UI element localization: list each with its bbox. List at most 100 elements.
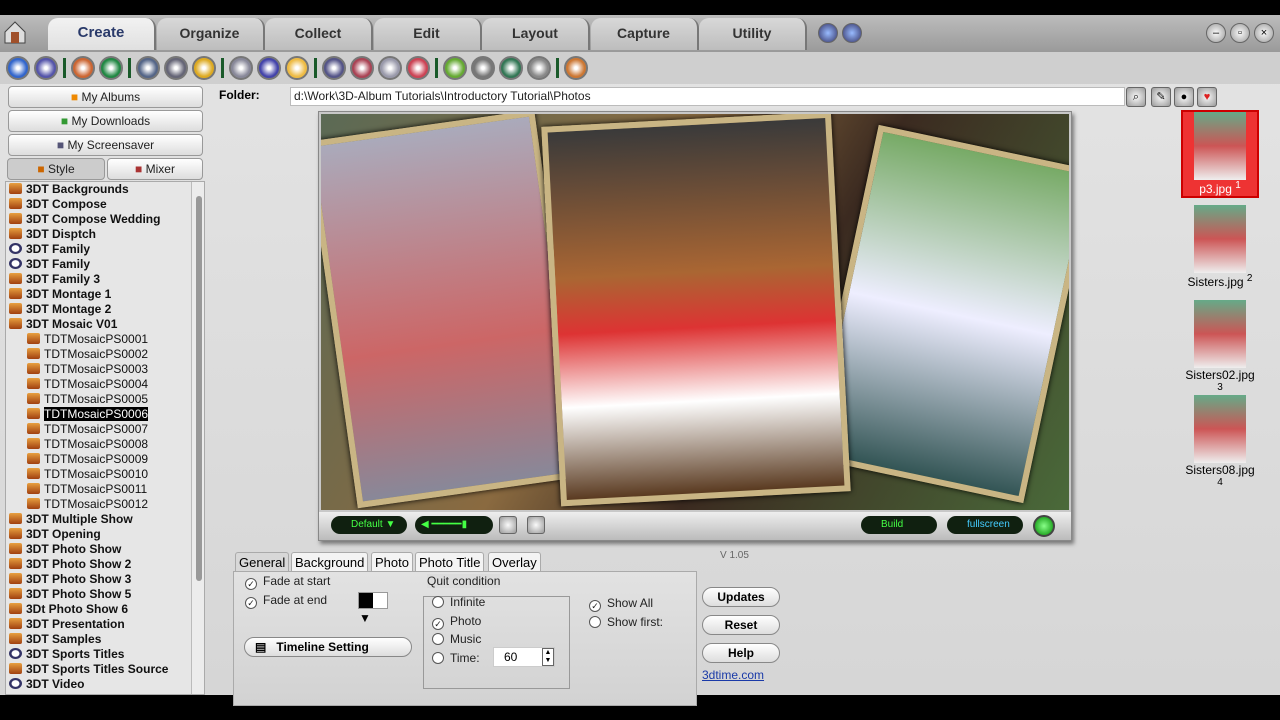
tree-item[interactable]: 3DT Photo Show 5 — [9, 587, 131, 602]
tree-item[interactable]: 3DT Photo Show 2 — [9, 557, 131, 572]
tree-item[interactable]: 3DT Multiple Show — [9, 512, 133, 527]
tree-subitem[interactable]: TDTMosaicPS0009 — [27, 452, 148, 467]
tree-item[interactable]: 3DT Sports Titles — [9, 647, 124, 662]
tree-subitem[interactable]: TDTMosaicPS0001 — [27, 332, 148, 347]
tab-style[interactable]: ■ Style — [7, 158, 105, 180]
folder-path-input[interactable]: d:\Work\3D-Album Tutorials\Introductory … — [290, 87, 1125, 106]
tree-item[interactable]: 3DT Family 3 — [9, 272, 100, 287]
tree-item[interactable]: 3DT Video — [9, 677, 84, 692]
tree-scrollbar[interactable] — [191, 182, 204, 694]
tree-item[interactable]: 3DT Family — [9, 242, 90, 257]
tree-subitem[interactable]: TDTMosaicPS0005 — [27, 392, 148, 407]
person-icon[interactable] — [443, 56, 467, 80]
tree-item[interactable]: 3DT Photo Show 3 — [9, 572, 131, 587]
tree-subitem[interactable]: TDTMosaicPS0004 — [27, 377, 148, 392]
folder-icon[interactable] — [285, 56, 309, 80]
my-albums-button[interactable]: ■ My Albums — [8, 86, 203, 108]
minimize-button[interactable]: – — [1206, 23, 1226, 43]
sun-icon[interactable] — [192, 56, 216, 80]
tree-subitem[interactable]: TDTMosaicPS0011 — [27, 482, 147, 497]
cd-icon[interactable] — [257, 56, 281, 80]
tab-organize[interactable]: Organize — [156, 18, 265, 50]
home-icon[interactable] — [4, 20, 26, 44]
text-icon[interactable] — [499, 56, 523, 80]
tab-photo-title[interactable]: Photo Title — [415, 552, 485, 572]
fade-start-checkbox[interactable]: ✓ Fade at start — [245, 574, 330, 590]
tab-overlay[interactable]: Overlay — [488, 552, 541, 572]
info-icon[interactable] — [564, 56, 588, 80]
tab-collect[interactable]: Collect — [265, 18, 373, 50]
tree-subitem[interactable]: TDTMosaicPS0010 — [27, 467, 148, 482]
tree-subitem[interactable]: TDTMosaicPS0012 — [27, 497, 148, 512]
tab-edit[interactable]: Edit — [373, 18, 482, 50]
tree-subitem[interactable]: TDTMosaicPS0006 — [27, 407, 149, 422]
tree-item[interactable]: 3DT Mosaic V01 — [9, 317, 117, 332]
reset-button[interactable]: Reset — [702, 615, 780, 635]
tab-layout[interactable]: Layout — [482, 18, 590, 50]
globe-icon[interactable] — [99, 56, 123, 80]
info-icon[interactable] — [842, 23, 862, 43]
frame-icon[interactable] — [527, 56, 551, 80]
my-downloads-button[interactable]: ■ My Downloads — [8, 110, 203, 132]
settings-icon[interactable] — [6, 56, 30, 80]
music-gray-icon[interactable] — [378, 56, 402, 80]
color-icon[interactable] — [527, 516, 545, 534]
tree-item[interactable]: 3DT Opening — [9, 527, 101, 542]
thumbnail[interactable]: Sisters08.jpg 4 — [1181, 395, 1259, 493]
tree-subitem[interactable]: TDTMosaicPS0003 — [27, 362, 148, 377]
thumbnail[interactable]: p3.jpg 1 — [1181, 110, 1259, 198]
music-icon[interactable] — [322, 56, 346, 80]
close-button[interactable]: × — [1254, 23, 1274, 43]
tree-item[interactable]: 3DT Compose — [9, 197, 107, 212]
tools-icon[interactable] — [164, 56, 188, 80]
tree-item[interactable]: 3DT Samples — [9, 632, 101, 647]
music-red-icon[interactable] — [350, 56, 374, 80]
thumbnail[interactable]: Sisters02.jpg 3 — [1181, 300, 1259, 398]
tree-item[interactable]: 3DT Compose Wedding — [9, 212, 160, 227]
fade-end-checkbox[interactable]: ✓ Fade at end — [245, 593, 327, 609]
quit-radio[interactable]: Infinite — [432, 595, 485, 609]
tree-item[interactable]: 3DT Backgrounds — [9, 182, 129, 197]
fullscreen-button[interactable]: fullscreen — [947, 516, 1023, 534]
tree-item[interactable]: 3DT Presentation — [9, 617, 125, 632]
tree-subitem[interactable]: TDTMosaicPS0008 — [27, 437, 148, 452]
timeline-setting-button[interactable]: ▤ Timeline Setting — [244, 637, 412, 657]
tab-general[interactable]: General — [235, 552, 290, 572]
fade-color-dropdown[interactable]: ▼ — [358, 592, 388, 625]
tab-create[interactable]: Create — [48, 18, 156, 50]
tab-background[interactable]: Background — [291, 552, 369, 572]
quit-radio[interactable]: Music — [432, 632, 481, 646]
tree-item[interactable]: 3DT Family — [9, 257, 90, 272]
help-icon[interactable] — [818, 23, 838, 43]
thumbnail[interactable]: Sisters.jpg 2 — [1181, 205, 1259, 289]
music-x-icon[interactable] — [406, 56, 430, 80]
tree-item[interactable]: 3DT Montage 1 — [9, 287, 111, 302]
tree-subitem[interactable]: TDTMosaicPS0002 — [27, 347, 148, 362]
time-spinner[interactable]: ▲ ▼ — [542, 648, 554, 666]
help-icon[interactable] — [34, 56, 58, 80]
tree-item[interactable]: 3DT Photo Show — [9, 542, 121, 557]
search-icon[interactable]: ⌕ — [1126, 87, 1146, 107]
default-dropdown[interactable]: Default ▼ — [331, 516, 407, 534]
tab-photo[interactable]: Photo — [371, 552, 413, 572]
updates-button[interactable]: Updates — [702, 587, 780, 607]
tree-item[interactable]: 3DT Montage 2 — [9, 302, 111, 317]
heart-icon[interactable]: ♥ — [1197, 87, 1217, 107]
my-screensaver-button[interactable]: ■ My Screensaver — [8, 134, 203, 156]
tab-utility[interactable]: Utility — [699, 18, 807, 50]
tab-capture[interactable]: Capture — [590, 18, 699, 50]
quit-radio[interactable]: Time: — [432, 651, 480, 665]
move-icon[interactable] — [136, 56, 160, 80]
pencil-icon[interactable]: ✎ — [1151, 87, 1171, 107]
tree-item[interactable]: 3DT Disptch — [9, 227, 96, 242]
link-icon[interactable] — [471, 56, 495, 80]
quit-radio[interactable]: ✓ Photo — [432, 614, 481, 630]
help-button[interactable]: Help — [702, 643, 780, 663]
scrollbar-thumb[interactable] — [196, 196, 202, 581]
volume-slider[interactable]: ◀ ━━━━━▮ — [415, 516, 493, 534]
show-all-radio[interactable]: ✓ Show All — [589, 596, 653, 612]
tree-subitem[interactable]: TDTMosaicPS0007 — [27, 422, 148, 437]
tab-mixer[interactable]: ■ Mixer — [107, 158, 203, 180]
book-icon[interactable] — [229, 56, 253, 80]
tree-item[interactable]: 3Dt Photo Show 6 — [9, 602, 128, 617]
